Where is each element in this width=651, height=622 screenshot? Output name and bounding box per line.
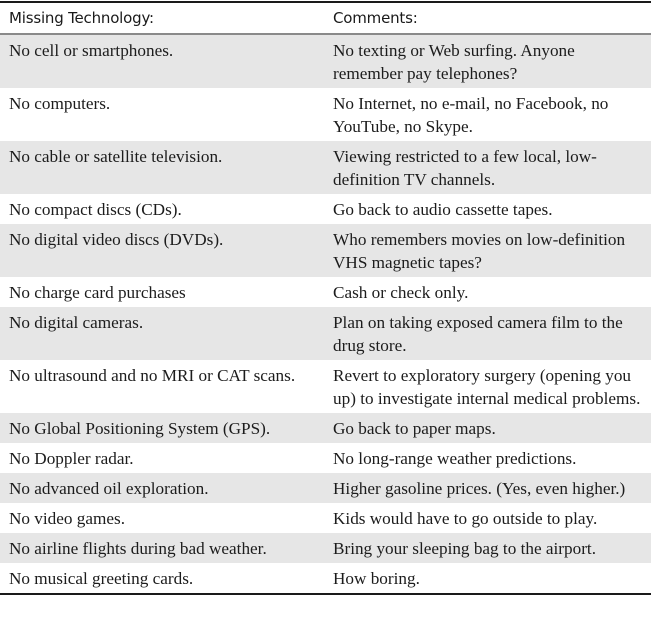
table-row: No Global Positioning System (GPS). Go b… <box>0 413 651 443</box>
table-row: No cable or satellite television. Viewin… <box>0 141 651 194</box>
missing-technology-table: Missing Technology: Comments: No cell or… <box>0 1 651 595</box>
table-row: No Doppler radar. No long-range weather … <box>0 443 651 473</box>
technology-cell: No Doppler radar. <box>9 449 134 468</box>
header-missing-technology: Missing Technology: <box>9 9 154 27</box>
table-row: No computers. No Internet, no e-mail, no… <box>0 88 651 141</box>
technology-cell: No digital cameras. <box>9 313 144 332</box>
comment-cell: How boring. <box>333 569 420 588</box>
comment-cell: No Internet, no e-mail, no Facebook, no … <box>333 94 609 136</box>
comment-cell: Go back to paper maps. <box>333 419 496 438</box>
comment-cell: Kids would have to go outside to play. <box>333 509 598 528</box>
comment-cell: Go back to audio cassette tapes. <box>333 200 553 219</box>
technology-cell: No Global Positioning System (GPS). <box>9 419 271 438</box>
technology-cell: No video games. <box>9 509 125 528</box>
technology-cell: No musical greeting cards. <box>9 569 194 588</box>
technology-cell: No cable or satellite television. <box>9 147 223 166</box>
table-row: No digital video discs (DVDs). Who remem… <box>0 224 651 277</box>
comment-cell: Higher gasoline prices. (Yes, even highe… <box>333 479 626 498</box>
comment-cell: Bring your sleeping bag to the airport. <box>333 539 597 558</box>
technology-cell: No airline flights during bad weather. <box>9 539 267 558</box>
technology-cell: No compact discs (CDs). <box>9 200 182 219</box>
table-row: No airline flights during bad weather. B… <box>0 533 651 563</box>
header-comments: Comments: <box>333 9 418 27</box>
comment-cell: Cash or check only. <box>333 283 469 302</box>
comment-cell: No long-range weather predictions. <box>333 449 577 468</box>
comment-cell: No texting or Web surfing. Anyone rememb… <box>333 41 575 83</box>
table-row: No compact discs (CDs). Go back to audio… <box>0 194 651 224</box>
table-header: Missing Technology: Comments: <box>0 3 651 35</box>
technology-cell: No advanced oil exploration. <box>9 479 209 498</box>
technology-cell: No computers. <box>9 94 111 113</box>
comment-cell: Who remembers movies on low-definition V… <box>333 230 626 272</box>
table-row: No video games. Kids would have to go ou… <box>0 503 651 533</box>
table-row: No advanced oil exploration. Higher gaso… <box>0 473 651 503</box>
comment-cell: Viewing restricted to a few local, low-d… <box>333 147 597 189</box>
table-row: No cell or smartphones. No texting or We… <box>0 35 651 88</box>
table-row: No charge card purchases Cash or check o… <box>0 277 651 307</box>
table-row: No ultrasound and no MRI or CAT scans. R… <box>0 360 651 413</box>
technology-cell: No ultrasound and no MRI or CAT scans. <box>9 366 296 385</box>
technology-cell: No cell or smartphones. <box>9 41 174 60</box>
comment-cell: Revert to exploratory surgery (opening y… <box>333 366 641 408</box>
comment-cell: Plan on taking exposed camera film to th… <box>333 313 623 355</box>
table-row: No musical greeting cards. How boring. <box>0 563 651 593</box>
technology-cell: No digital video discs (DVDs). <box>9 230 224 249</box>
table-row: No digital cameras. Plan on taking expos… <box>0 307 651 360</box>
technology-cell: No charge card purchases <box>9 283 186 302</box>
